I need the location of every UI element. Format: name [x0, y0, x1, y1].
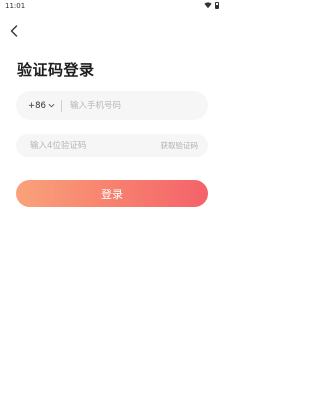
status-time: 11:01: [5, 2, 26, 10]
page-title: 验证码登录: [17, 61, 95, 79]
verification-code-input[interactable]: [28, 139, 142, 152]
back-button[interactable]: [6, 22, 22, 40]
wifi-icon: [204, 2, 212, 9]
login-button[interactable]: 登录: [16, 180, 208, 207]
country-code-label: +86: [28, 100, 46, 111]
divider: [60, 99, 62, 112]
get-code-button[interactable]: 获取验证码: [161, 140, 199, 151]
battery-icon: [215, 1, 219, 9]
status-icons: [204, 1, 219, 9]
country-code-selector[interactable]: +86: [28, 101, 55, 111]
back-arrow-icon: [10, 25, 18, 37]
phone-field: +86: [16, 91, 208, 120]
chevron-down-icon: [48, 103, 55, 108]
status-bar: 11:01: [0, 0, 225, 12]
phone-input[interactable]: [67, 99, 192, 112]
code-field: 获取验证码: [16, 134, 208, 157]
